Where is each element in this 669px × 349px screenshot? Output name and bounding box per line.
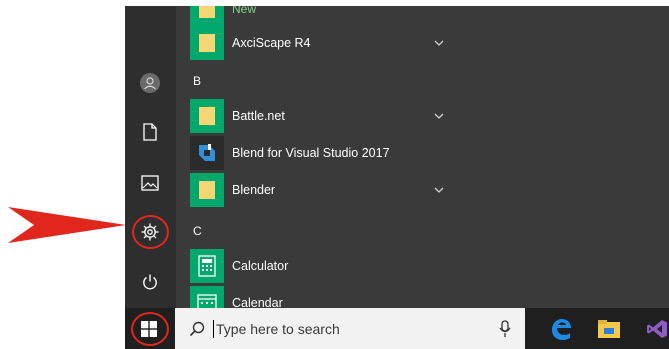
app-label: Calculator [232,259,289,273]
start-menu-rail [125,6,176,308]
section-letter-b[interactable]: B [193,74,201,88]
app-item-calendar[interactable]: Calendar [190,285,446,308]
app-item-axciscape[interactable]: AxciScape R4 [190,25,446,61]
folder-icon [199,34,215,52]
calculator-icon [198,255,216,277]
screenshot-stage: New AxciScape R4 B Battle.net Blend for … [0,0,669,349]
user-avatar-icon [140,73,160,93]
app-tile [190,249,224,283]
folder-icon [199,6,215,18]
microphone-icon[interactable] [499,320,511,338]
document-icon [143,123,157,141]
app-item-blend[interactable]: Blend for Visual Studio 2017 [190,135,446,171]
blend-icon [199,144,215,161]
search-icon [189,321,205,336]
app-tile [190,286,224,308]
visual-studio-taskbar-button[interactable] [635,308,669,349]
start-highlight-ring [131,312,169,346]
taskbar: Type here to search [125,308,669,349]
app-tile [190,136,224,170]
pictures-icon [141,175,159,191]
app-label: Blend for Visual Studio 2017 [232,146,390,160]
app-label: Battle.net [232,109,285,123]
pictures-button[interactable] [133,166,167,200]
app-list: New AxciScape R4 B Battle.net Blend for … [176,6,669,308]
edge-taskbar-button[interactable] [539,308,583,349]
file-explorer-icon [598,319,620,338]
app-label: Calendar [232,296,283,308]
documents-button[interactable] [133,115,167,149]
app-item-blender[interactable]: Blender [190,172,446,208]
search-placeholder: Type here to search [216,320,340,337]
app-label: Blender [232,183,276,197]
app-item-new[interactable]: New [190,6,446,27]
app-label: AxciScape R4 [232,36,311,50]
calendar-icon [197,294,217,308]
chevron-down-icon[interactable] [432,183,446,197]
folder-icon [199,181,215,199]
app-item-battle-net[interactable]: Battle.net [190,98,446,134]
app-tile [190,6,224,26]
text-caret [213,319,214,338]
app-tile [190,26,224,60]
power-icon [143,274,157,290]
user-account-button[interactable] [133,66,167,100]
edge-icon [552,318,571,340]
folder-icon [199,107,215,125]
search-box[interactable]: Type here to search [175,308,525,349]
app-label: New [232,6,257,16]
app-item-calculator[interactable]: Calculator [190,248,446,284]
app-tile [190,99,224,133]
app-tile [190,173,224,207]
power-button[interactable] [133,265,167,299]
start-menu: New AxciScape R4 B Battle.net Blend for … [125,6,669,308]
chevron-down-icon[interactable] [432,109,446,123]
file-explorer-taskbar-button[interactable] [587,308,631,349]
visual-studio-icon [647,319,667,338]
section-letter-c[interactable]: C [193,224,202,238]
chevron-down-icon[interactable] [432,36,446,50]
settings-highlight-ring [132,215,169,249]
annotation-arrow [8,207,126,243]
